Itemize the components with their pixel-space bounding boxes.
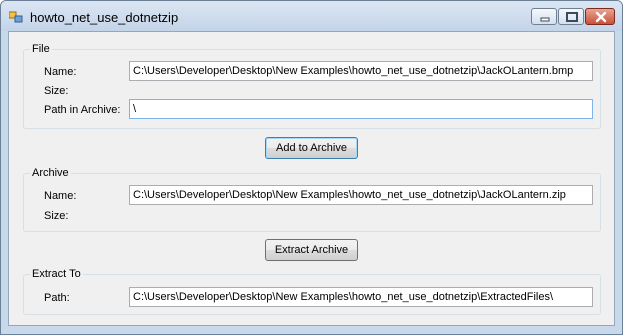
minimize-button[interactable]	[531, 8, 557, 25]
archive-group: Archive Name: C:\Users\Developer\Desktop…	[23, 166, 601, 232]
path-in-archive-field[interactable]: \	[129, 99, 593, 119]
file-group-title: File	[30, 42, 52, 56]
window-title: howto_net_use_dotnetzip	[30, 10, 179, 25]
archive-group-title: Archive	[30, 166, 71, 180]
title-bar[interactable]: howto_net_use_dotnetzip	[1, 1, 622, 31]
app-window: howto_net_use_dotnetzip File Name: C:\Us…	[0, 0, 623, 335]
app-icon[interactable]	[8, 10, 23, 23]
close-button[interactable]	[585, 8, 615, 25]
extract-to-group-title: Extract To	[30, 267, 83, 281]
extract-to-group: Extract To Path: C:\Users\Developer\Desk…	[23, 267, 601, 315]
file-name-field[interactable]: C:\Users\Developer\Desktop\New Examples\…	[129, 61, 593, 81]
extract-path-field[interactable]: C:\Users\Developer\Desktop\New Examples\…	[129, 287, 593, 307]
add-to-archive-button[interactable]: Add to Archive	[265, 137, 358, 159]
file-size-label: Size:	[44, 85, 69, 97]
archive-name-label: Name:	[44, 190, 77, 202]
minimize-icon	[540, 17, 550, 22]
maximize-icon	[566, 12, 578, 22]
extract-archive-button[interactable]: Extract Archive	[265, 239, 358, 261]
extract-path-label: Path:	[44, 292, 70, 304]
archive-size-label: Size:	[44, 210, 69, 222]
path-in-archive-label: Path in Archive:	[44, 104, 121, 116]
file-group: File Name: C:\Users\Developer\Desktop\Ne…	[23, 42, 601, 129]
archive-name-field[interactable]: C:\Users\Developer\Desktop\New Examples\…	[129, 185, 593, 205]
close-icon	[595, 11, 607, 23]
maximize-button[interactable]	[558, 8, 584, 25]
form-client-area: File Name: C:\Users\Developer\Desktop\Ne…	[8, 31, 615, 326]
file-name-label: Name:	[44, 66, 77, 78]
